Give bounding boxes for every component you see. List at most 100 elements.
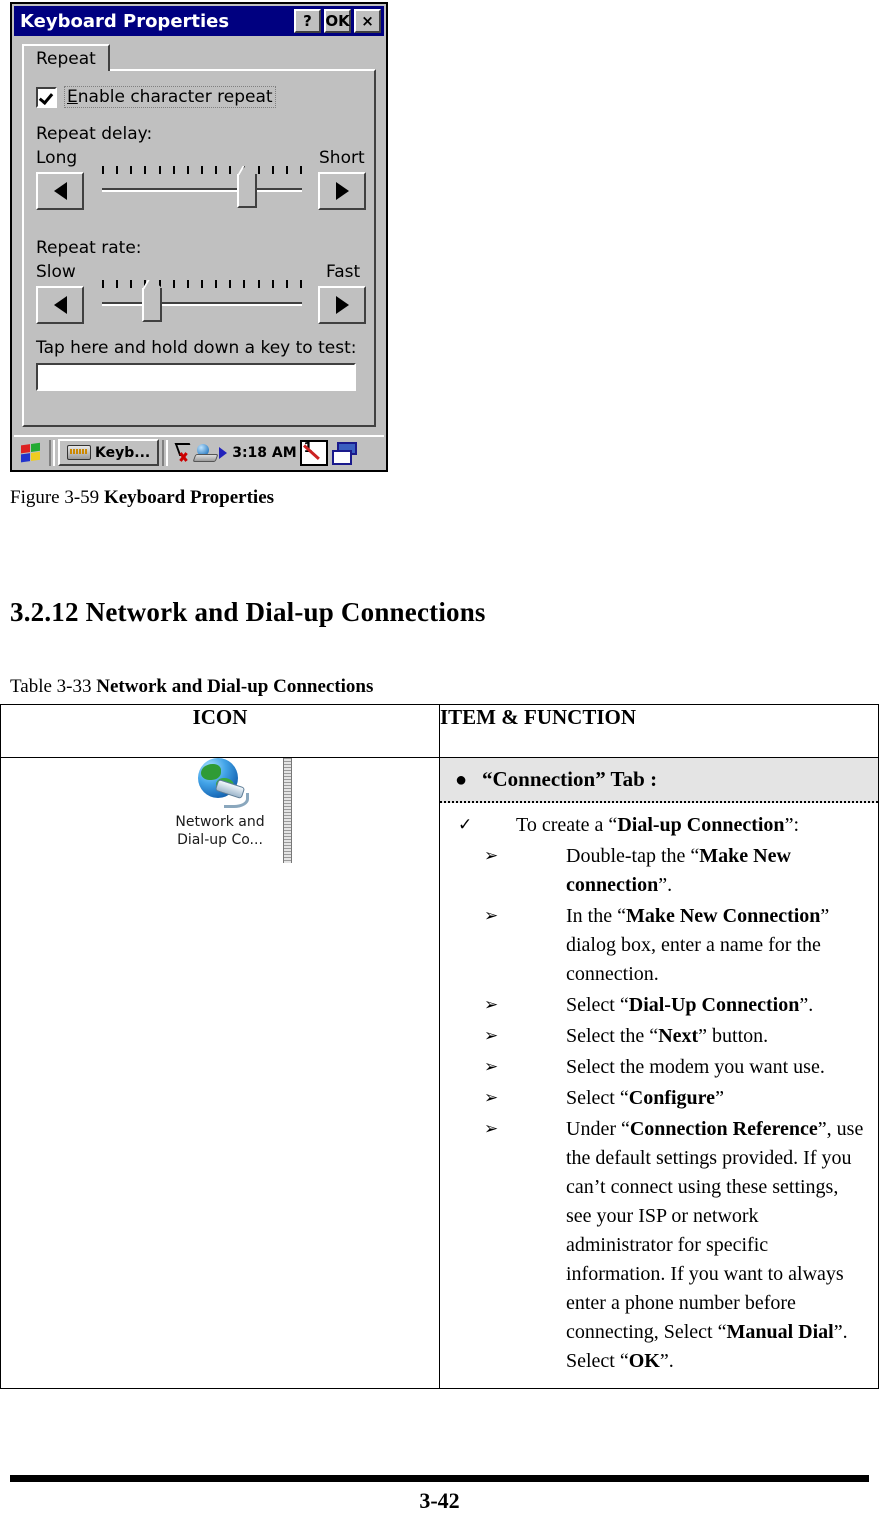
table-row: Network and Dial-up Co... ● “Connection”… [0, 757, 879, 1389]
list-item-text: Under “Connection Reference”, use the de… [566, 1115, 864, 1376]
table-header-icon: ICON [0, 704, 440, 758]
network-dialup-table: ICON ITEM & FUNCTION Network and Dial-up… [0, 704, 879, 1389]
taskbar-button-keyboard[interactable]: Keyb... [58, 439, 160, 466]
slider-tick [300, 166, 302, 174]
quote-open: “ [482, 767, 493, 791]
enable-character-repeat-checkbox[interactable] [36, 86, 57, 108]
repeat-rate-decrease-button[interactable] [36, 286, 84, 324]
icon-label-line1: Network and [175, 814, 265, 830]
figure-caption-prefix: Figure 3-59 [10, 487, 104, 508]
cable-icon [224, 793, 249, 808]
desktop-icon-wrap[interactable]: Network and Dial-up Co... [156, 758, 292, 863]
slider-tick [286, 166, 288, 174]
checkmark-icon: ✓ [458, 815, 473, 834]
arrow-bullet-icon: ➢ [484, 846, 499, 865]
slider-tick [116, 166, 118, 174]
repeat-delay-left-label: Long [36, 148, 78, 168]
slider-tick [187, 166, 189, 174]
plain-text: ”: [784, 814, 799, 836]
plain-text: ”. [659, 1350, 674, 1372]
dialog-title: Keyboard Properties [20, 10, 230, 32]
triangle-right-icon [335, 182, 349, 200]
taskbar-clock[interactable]: 3:18 AM [232, 445, 296, 461]
taskbar-divider [162, 439, 169, 466]
list-item-text: Select “Configure” [566, 1084, 864, 1113]
scrollbar[interactable] [283, 758, 292, 863]
repeat-delay-right-label: Short [319, 148, 365, 168]
desktop-icon[interactable] [331, 442, 357, 465]
repeat-delay-slider[interactable] [102, 165, 302, 212]
slider-tick [201, 166, 203, 174]
list-item-text: Select the modem you want use. [566, 1053, 864, 1082]
repeat-delay-track[interactable] [102, 188, 302, 192]
plain-text: ”. [799, 994, 814, 1016]
figure-caption-title: Keyboard Properties [103, 487, 275, 508]
repeat-rate-thumb[interactable] [142, 279, 162, 322]
start-button[interactable] [16, 439, 46, 466]
figure-caption: Figure 3-59 Keyboard Properties [10, 487, 274, 509]
emphasis-text: Make New Connection [625, 905, 821, 927]
enable-character-repeat-row[interactable]: Enable character repeat [36, 86, 276, 108]
arrow-bullet-icon: ➢ [484, 1088, 499, 1107]
arrow-bullet-icon: ➢ [484, 995, 499, 1014]
tab-repeat[interactable]: Repeat [22, 44, 110, 71]
repeat-rate-ticks [102, 280, 302, 290]
repeat-delay-increase-button[interactable] [318, 172, 366, 210]
arrow-bullet-icon: ➢ [484, 1026, 499, 1045]
slider-tick [258, 280, 260, 288]
plain-text: ”. [658, 874, 673, 896]
list-item: ➢ In the “Make New Connection” dialog box… [440, 902, 864, 989]
arrow-bullet-icon: ➢ [484, 906, 499, 925]
tabstrip: Repeat [22, 44, 376, 71]
system-tray: 3:18 AM [171, 439, 359, 466]
slider-tick [229, 166, 231, 174]
table-caption-prefix: Table 3-33 [10, 676, 97, 697]
slider-tick [102, 166, 104, 174]
list-item: ➢ Select the “Next” button. [440, 1022, 864, 1051]
input-panel-icon[interactable] [299, 439, 328, 466]
emphasis-text: Dial-Up Connection [628, 994, 800, 1016]
item-function-cell: ● “Connection” Tab : ✓ To create a “ Dial-… [439, 757, 879, 1389]
triangle-left-icon [53, 296, 67, 314]
plain-text: Select “ [566, 1087, 629, 1109]
plain-text: Select “ [566, 994, 629, 1016]
slider-tick [130, 166, 132, 174]
plain-text: ” button. [698, 1025, 769, 1047]
play-icon[interactable] [219, 446, 228, 459]
repeat-delay-decrease-button[interactable] [36, 172, 84, 210]
plain-text: ”, use the default settings provided. If… [566, 1118, 864, 1343]
network-disconnected-icon[interactable] [174, 442, 195, 463]
repeat-rate-left-label: Slow [36, 262, 76, 282]
slider-tick [286, 280, 288, 288]
repeat-rate-track[interactable] [102, 302, 302, 306]
ok-button[interactable]: OK [324, 9, 351, 33]
network-pc-icon[interactable] [192, 443, 219, 462]
list-item: ➢ Select “Dial-Up Connection”. [440, 991, 864, 1020]
plain-text: To create a “ [516, 814, 618, 836]
repeat-rate-slider[interactable] [102, 279, 302, 326]
slider-tick [272, 166, 274, 174]
taskbar-button-label: Keyb... [95, 444, 151, 461]
list-item-text: Double-tap the “Make New connection”. [566, 842, 864, 900]
connection-tab-row: ● “Connection” Tab : [440, 758, 878, 803]
enable-character-repeat-label: Enable character repeat [64, 86, 276, 108]
help-button[interactable]: ? [294, 9, 321, 33]
flag-quad-red [21, 443, 30, 453]
repeat-rate-title: Repeat rate: [36, 238, 142, 258]
repeat-rate-increase-button[interactable] [318, 286, 366, 324]
connection-label: Connection [492, 767, 596, 791]
network-dialup-globe-icon [194, 758, 249, 810]
list-item: ➢ Under “Connection Reference”, use the d… [440, 1115, 864, 1376]
arrow-bullet-icon: ➢ [484, 1119, 499, 1138]
keyboard-icon [67, 445, 91, 460]
instruction-list: ✓ To create a “Dial-up Connection”: ➢ Doubl… [440, 803, 878, 1388]
page-number: 3-42 [419, 1488, 460, 1513]
slider-tick [258, 166, 260, 174]
slider-tick [201, 280, 203, 288]
repeat-delay-thumb[interactable] [237, 165, 257, 208]
test-input[interactable] [36, 363, 356, 391]
plain-text: In the “ [566, 905, 626, 927]
close-button[interactable]: × [354, 9, 381, 33]
list-item: ➢ Select “Configure” [440, 1084, 864, 1113]
emphasis-text: Manual Dial [726, 1321, 834, 1343]
